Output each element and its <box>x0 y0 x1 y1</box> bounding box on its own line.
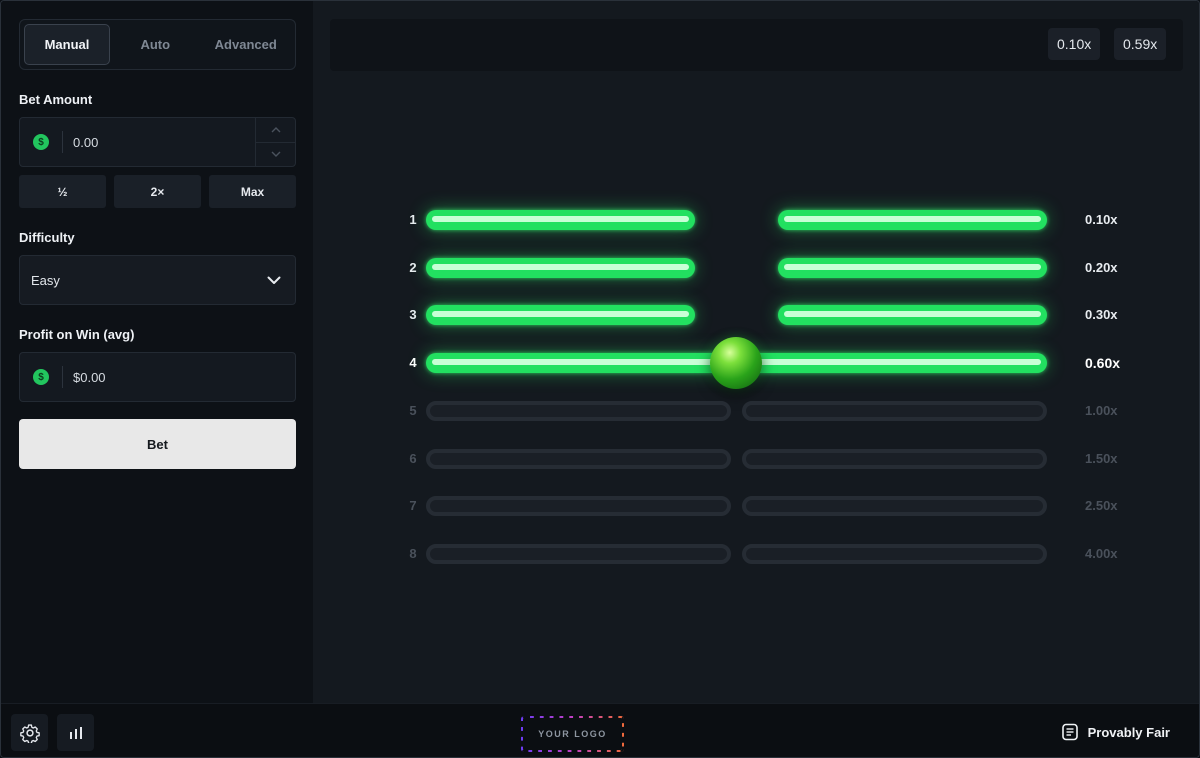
right-bar[interactable] <box>742 401 1047 421</box>
difficulty-select[interactable]: Easy <box>19 255 296 305</box>
bet-amount-field[interactable]: $ 0.00 <box>19 117 296 167</box>
profit-field: $ $0.00 <box>19 352 296 402</box>
provably-fair-label: Provably Fair <box>1087 724 1170 740</box>
field-separator <box>62 131 63 153</box>
double-bet-button[interactable]: 2× <box>114 175 201 208</box>
row-number: 5 <box>409 403 417 418</box>
settings-button[interactable] <box>11 714 48 751</box>
left-bar[interactable] <box>426 401 731 421</box>
row-number: 4 <box>409 355 417 370</box>
bottom-bar: YOUR LOGO Provably Fair <box>1 703 1199 757</box>
bet-amount-label: Bet Amount <box>19 92 93 107</box>
receipt-icon <box>1061 723 1078 741</box>
row-number: 7 <box>409 498 417 513</box>
difficulty-label: Difficulty <box>19 230 75 245</box>
right-bar[interactable] <box>742 544 1047 564</box>
left-bar <box>426 258 695 278</box>
decrement-button[interactable] <box>256 141 295 167</box>
row-number: 3 <box>409 307 417 322</box>
left-bar[interactable] <box>426 496 731 516</box>
ball-marker <box>710 337 762 389</box>
tab-manual[interactable]: Manual <box>24 24 110 65</box>
difficulty-value: Easy <box>31 272 60 288</box>
row-multiplier: 0.10x <box>1085 212 1118 227</box>
left-bar <box>426 305 695 325</box>
row-multiplier: 0.60x <box>1085 355 1121 371</box>
left-bar[interactable] <box>426 449 731 469</box>
gear-icon <box>19 723 40 743</box>
max-bet-button[interactable]: Max <box>209 175 296 208</box>
stats-button[interactable] <box>57 714 94 751</box>
bet-amount-stepper <box>255 118 295 166</box>
dollar-coin-icon: $ <box>33 369 49 385</box>
chevron-down-icon <box>271 151 280 158</box>
game-board: 0.10x 0.59x 1 0.10x 2 0.20x 3 0.30x 4 0.60x 5 1.0… <box>313 1 1199 703</box>
left-bar <box>426 210 695 230</box>
right-bar[interactable] <box>742 496 1047 516</box>
multiplier-history: 0.10x 0.59x <box>330 19 1183 71</box>
brand-logo: YOUR LOGO <box>521 716 624 752</box>
tab-auto[interactable]: Auto <box>110 24 201 65</box>
tab-advanced[interactable]: Advanced <box>201 24 292 65</box>
field-separator <box>62 366 63 388</box>
bet-amount-input[interactable]: 0.00 <box>73 135 98 150</box>
dollar-coin-icon: $ <box>33 134 49 150</box>
row-multiplier: 0.30x <box>1085 307 1118 322</box>
mode-tabs: Manual Auto Advanced <box>19 19 296 70</box>
row-multiplier: 4.00x <box>1085 546 1118 561</box>
provably-fair-button[interactable]: Provably Fair <box>1061 723 1170 741</box>
row-number: 1 <box>409 212 417 227</box>
bar-chart-icon <box>69 726 82 739</box>
row-number: 6 <box>409 451 417 466</box>
chevron-up-icon <box>271 126 280 133</box>
row-multiplier: 2.50x <box>1085 498 1118 513</box>
history-chip[interactable]: 0.10x <box>1048 28 1101 60</box>
game-window: Manual Auto Advanced Bet Amount $ 0.00 ½… <box>0 0 1200 758</box>
profit-value: $0.00 <box>73 369 106 385</box>
half-bet-button[interactable]: ½ <box>19 175 106 208</box>
right-bar[interactable] <box>742 449 1047 469</box>
history-chip[interactable]: 0.59x <box>1114 28 1167 60</box>
control-panel: Manual Auto Advanced Bet Amount $ 0.00 ½… <box>1 1 313 703</box>
row-multiplier: 0.20x <box>1085 260 1118 275</box>
row-number: 2 <box>409 260 417 275</box>
row-multiplier: 1.00x <box>1085 403 1118 418</box>
row-number: 8 <box>409 546 417 561</box>
right-bar <box>778 305 1047 325</box>
chevron-down-icon <box>267 276 281 284</box>
increment-button[interactable] <box>256 118 295 142</box>
profit-label: Profit on Win (avg) <box>19 327 135 342</box>
left-bar[interactable] <box>426 544 731 564</box>
bet-quick-actions: ½ 2× Max <box>19 175 296 208</box>
right-bar <box>778 210 1047 230</box>
bet-button[interactable]: Bet <box>19 419 296 469</box>
row-multiplier: 1.50x <box>1085 451 1118 466</box>
right-bar <box>778 258 1047 278</box>
